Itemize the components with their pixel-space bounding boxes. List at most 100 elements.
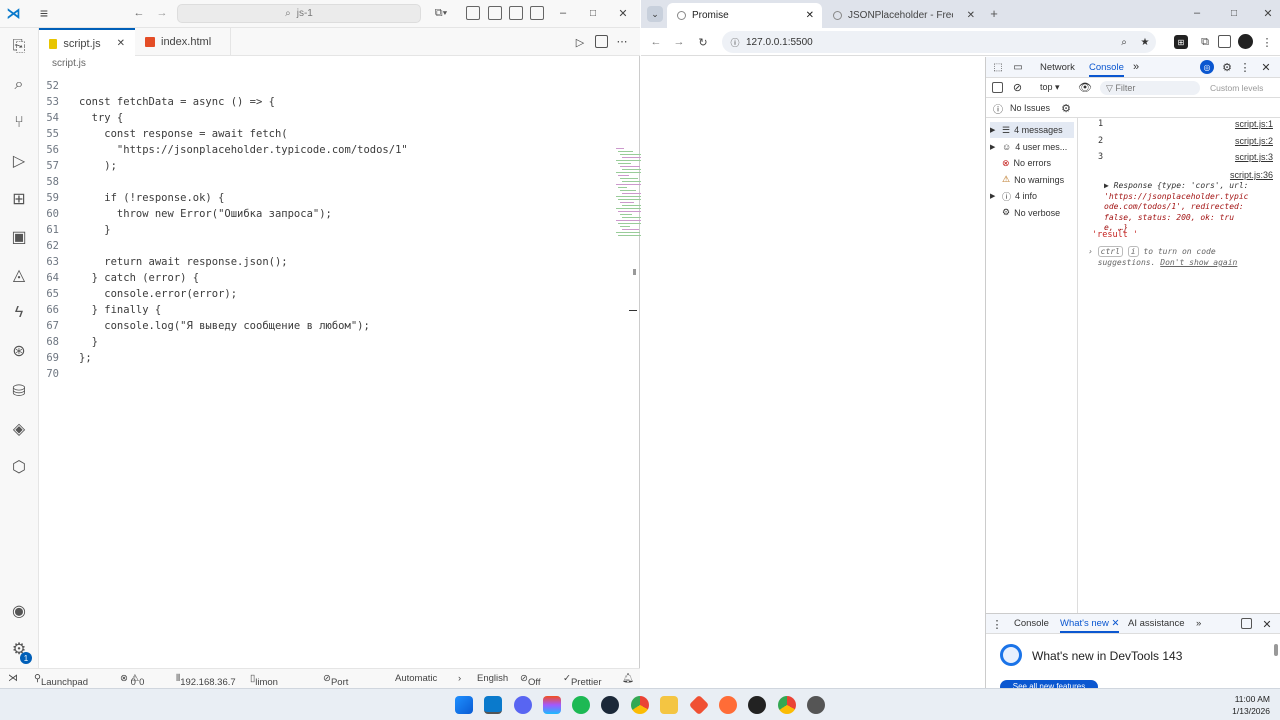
launchpad-item[interactable]: ⚲ Launchpad <box>34 673 88 688</box>
port-item[interactable]: ⊘ Port : 5500 <box>323 673 352 710</box>
figma-icon[interactable] <box>543 696 561 714</box>
toggle-sidebar-icon[interactable] <box>466 6 480 20</box>
sidebar-item-0[interactable]: ▶ ☰ 4 messages <box>990 122 1074 138</box>
sidebar-item-3[interactable]: ⚠ No warnings <box>990 172 1064 188</box>
reload-icon[interactable]: ↻ <box>696 34 710 50</box>
maximize-icon[interactable]: □ <box>1227 6 1241 20</box>
mode-item[interactable]: Automatic <box>395 673 437 684</box>
expand-arrow-icon[interactable]: ▶ <box>990 192 998 200</box>
clear-console-icon[interactable]: ⊘ <box>1011 81 1024 94</box>
tab-search-icon[interactable]: ⌄ <box>647 6 663 22</box>
ip-item[interactable]: ⦀ 192.168.36.7 <box>176 673 236 688</box>
testing-icon[interactable]: ◬ <box>8 264 30 286</box>
run-icon[interactable]: ▷ <box>573 35 587 49</box>
layers-icon[interactable]: ◈ <box>8 418 30 440</box>
close-icon[interactable]: ✕ <box>616 5 630 21</box>
language-item[interactable]: English <box>477 673 508 684</box>
profile-avatar[interactable] <box>1238 34 1253 49</box>
side-panel-icon[interactable] <box>1218 35 1231 48</box>
eye-icon[interactable]: 👁︎ <box>1078 81 1092 94</box>
inspect-element-icon[interactable]: ⬚ <box>992 61 1004 73</box>
minimize-icon[interactable]: – <box>556 5 570 21</box>
hs-app-icon[interactable] <box>748 696 766 714</box>
back-icon[interactable]: ← <box>649 34 663 50</box>
sidebar-item-2[interactable]: ⊗ No errors <box>990 155 1051 171</box>
close-tab-icon[interactable]: ✕ <box>806 10 814 21</box>
discord-icon[interactable] <box>514 696 532 714</box>
drawer-menu-icon[interactable]: ⋮ <box>992 617 1003 631</box>
command-center-search[interactable]: ⌕ js-1 <box>177 4 421 23</box>
copilot-icon[interactable]: ⧉▾ <box>430 6 452 21</box>
zoom-icon[interactable]: ⌕ <box>1117 35 1131 49</box>
settings-gear-icon[interactable]: ⚙ <box>1060 101 1072 115</box>
extension-icon[interactable]: ⊞ <box>1174 35 1188 49</box>
file-explorer-icon[interactable] <box>660 696 678 714</box>
tab-jsonplaceholder[interactable]: JSONPlaceholder - Free Fake R ✕ <box>823 3 983 28</box>
thunder-icon[interactable]: ϟ <box>8 302 30 324</box>
run-debug-icon[interactable]: ▷ <box>8 150 30 172</box>
issues-label[interactable]: No Issues <box>1010 103 1050 113</box>
windows-start-icon[interactable] <box>455 696 473 714</box>
chrome-menu-icon[interactable]: ⋮ <box>1261 34 1273 50</box>
explorer-icon[interactable]: ⎘ <box>8 36 30 58</box>
package-icon[interactable]: ⬡ <box>8 456 30 478</box>
breadcrumb[interactable]: script.js <box>52 58 86 69</box>
tab-promise[interactable]: Promise ✕ <box>667 3 822 28</box>
off-item[interactable]: ⊘ Off <box>520 673 540 688</box>
user-item[interactable]: ▯ limon <box>250 673 278 688</box>
drawer-tab-console[interactable]: Console <box>1014 618 1049 629</box>
maximize-icon[interactable]: □ <box>586 5 600 21</box>
customize-layout-icon[interactable] <box>530 6 544 20</box>
sidebar-toggle-icon[interactable] <box>992 82 1003 93</box>
menu-icon[interactable]: ≡ <box>36 5 52 21</box>
drawer-tab-whats-new[interactable]: What's new ✕ <box>1060 618 1120 633</box>
postman-icon[interactable] <box>719 696 737 714</box>
tab-console[interactable]: Console <box>1089 62 1124 77</box>
log-source-link[interactable]: script.js:3 <box>1235 152 1273 162</box>
new-tab-icon[interactable]: + <box>987 6 1001 21</box>
tab-network[interactable]: Network <box>1040 62 1075 73</box>
prettier-item[interactable]: ✓ Prettier <box>563 673 602 688</box>
ai-icon[interactable]: ◎ <box>1200 60 1214 74</box>
spotify-icon[interactable] <box>572 696 590 714</box>
extensions-puzzle-icon[interactable]: ⧉ <box>1198 35 1212 49</box>
filter-input[interactable]: ▽ Filter <box>1100 81 1200 95</box>
expand-arrow-icon[interactable]: ▶ <box>990 126 998 134</box>
sidebar-item-4[interactable]: ▶ ⓘ 4 info <box>990 188 1037 204</box>
dont-show-link[interactable]: Don't show again <box>1160 258 1237 267</box>
close-tab-icon[interactable]: ✕ <box>967 10 975 21</box>
close-drawer-icon[interactable]: ✕ <box>1261 617 1273 631</box>
log-source-link[interactable]: script.js:1 <box>1235 119 1273 129</box>
source-control-icon[interactable]: ⑂ <box>8 112 30 134</box>
back-icon[interactable]: ← <box>132 5 146 21</box>
settings-gear-icon[interactable]: ⚙ <box>1220 60 1234 74</box>
more-options-icon[interactable]: ⋮ <box>1240 60 1251 74</box>
system-clock[interactable]: 11:00 AM 1/13/2026 <box>1232 693 1270 717</box>
chrome-taskbar-icon[interactable] <box>631 696 649 714</box>
problems-item[interactable]: ⊗ 0 ⚠ 0 <box>120 673 144 688</box>
close-devtools-icon[interactable]: ✕ <box>1260 60 1272 74</box>
url-input[interactable]: ⓘ 127.0.0.1:5500 ⌕ ★ <box>722 31 1156 53</box>
tab-script-js[interactable]: script.js ✕ <box>39 28 135 57</box>
toggle-panel-icon[interactable] <box>488 6 502 20</box>
git-icon[interactable] <box>688 694 710 716</box>
more-tabs-icon[interactable]: » <box>1130 60 1142 74</box>
search-icon[interactable]: ⌕ <box>8 74 30 96</box>
toggle-secondary-sidebar-icon[interactable] <box>509 6 523 20</box>
notifications-icon[interactable]: 🔔︎ <box>622 673 634 684</box>
extensions-icon[interactable]: ⊞ <box>8 188 30 210</box>
remote-icon[interactable]: ⋊ <box>8 673 18 684</box>
sidebar-item-1[interactable]: ▶ ☺ 4 user mes... <box>990 139 1067 155</box>
sidebar-item-5[interactable]: ⚙ No verbose <box>990 205 1060 221</box>
vscode-taskbar-icon[interactable] <box>484 696 502 714</box>
minimize-icon[interactable]: – <box>1190 6 1204 20</box>
drawer-scrollbar[interactable] <box>1274 644 1278 656</box>
forward-icon[interactable]: → <box>155 5 169 21</box>
database-icon[interactable]: ⛁ <box>8 380 30 402</box>
forward-icon[interactable]: → <box>672 34 686 50</box>
close-tab-icon[interactable]: ✕ <box>117 38 125 49</box>
log-source-link[interactable]: script.js:36 <box>1230 170 1273 180</box>
account-icon[interactable]: ◉ <box>8 600 30 622</box>
device-toolbar-icon[interactable]: ▭ <box>1012 61 1024 73</box>
chrome-alt-icon[interactable] <box>778 696 796 714</box>
